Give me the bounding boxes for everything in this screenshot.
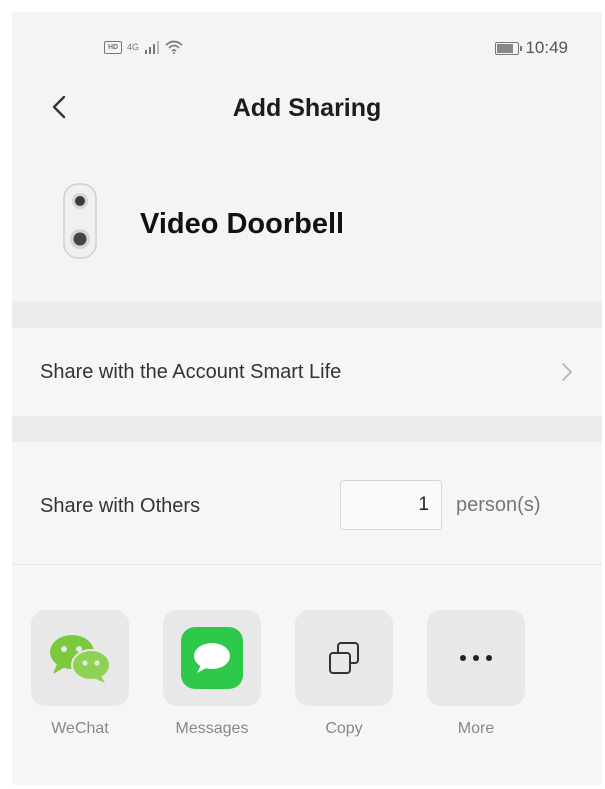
share-tile — [31, 610, 129, 706]
share-copy-button[interactable]: Copy — [294, 610, 394, 738]
more-icon — [460, 655, 492, 661]
share-tile — [295, 610, 393, 706]
status-time: 10:49 — [525, 38, 568, 57]
doorbell-icon — [63, 183, 97, 259]
device-name: Video Doorbell — [140, 208, 345, 240]
share-copy-label: Copy — [325, 720, 363, 737]
share-messages-button[interactable]: Messages — [162, 610, 262, 738]
share-with-account-row[interactable]: Share with the Account Smart Life — [12, 328, 602, 416]
battery-icon — [495, 41, 523, 55]
wechat-icon — [50, 635, 111, 683]
share-with-others-row: Share with Others person(s) — [12, 442, 602, 564]
phone-screen: HD 4G 10:49 Add Sharing Video Doorbell S… — [12, 12, 602, 785]
share-tile — [163, 610, 261, 706]
status-left: HD 4G — [104, 40, 183, 54]
status-bar: HD 4G 10:49 — [12, 12, 602, 82]
share-targets: WeChat Messages Copy More — [12, 565, 602, 785]
hd-badge: HD — [104, 40, 122, 54]
person-count-input[interactable] — [340, 480, 442, 530]
chevron-right-icon — [562, 363, 572, 381]
share-tile — [427, 610, 525, 706]
page-title: Add Sharing — [232, 94, 382, 122]
nav-header: Add Sharing — [12, 82, 602, 132]
share-messages-label: Messages — [175, 720, 249, 737]
person-unit-label: person(s) — [456, 494, 541, 516]
share-more-button[interactable]: More — [426, 610, 526, 738]
signal-icon — [145, 40, 160, 54]
copy-icon — [329, 642, 359, 674]
messages-icon — [181, 627, 243, 689]
status-right: 10:49 — [495, 38, 568, 58]
share-others-label: Share with Others — [40, 495, 201, 517]
network-type: 4G — [127, 42, 140, 52]
wifi-icon — [165, 40, 183, 54]
share-account-label: Share with the Account Smart Life — [40, 361, 342, 383]
share-wechat-button[interactable]: WeChat — [30, 610, 130, 738]
share-wechat-label: WeChat — [51, 720, 109, 737]
section-separator — [12, 416, 602, 442]
section-separator — [12, 302, 602, 328]
device-row: Video Doorbell — [12, 172, 602, 282]
share-more-label: More — [457, 720, 495, 737]
